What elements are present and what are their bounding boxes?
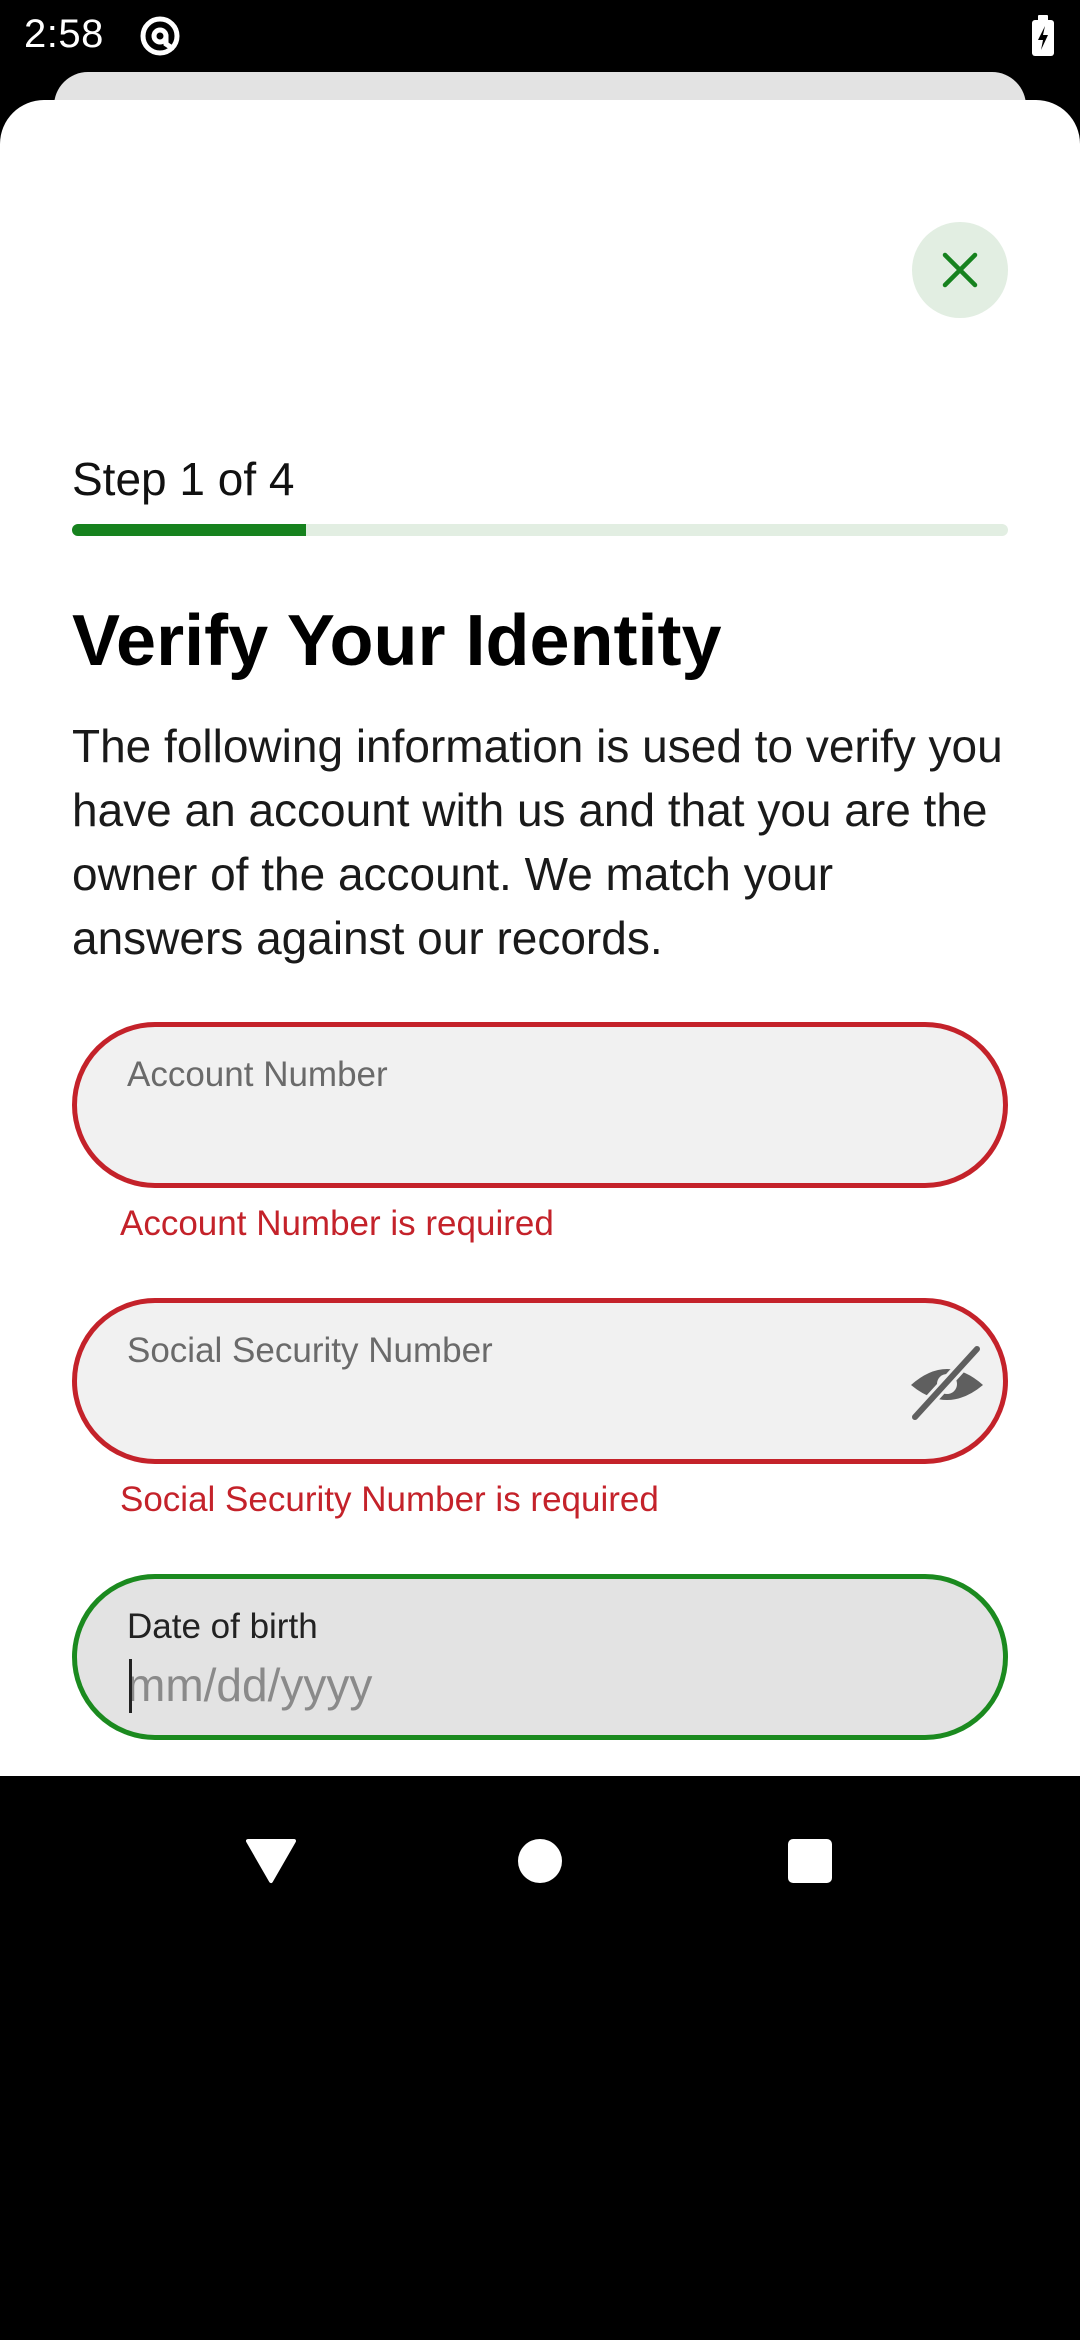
account-number-label: Account Number	[127, 1055, 388, 1094]
close-icon	[942, 252, 978, 288]
eye-off-icon	[909, 1343, 983, 1423]
status-time: 2:58	[24, 12, 104, 56]
nav-recents-button[interactable]	[765, 1816, 855, 1906]
ssn-error: Social Security Number is required	[120, 1480, 659, 1519]
nav-home-button[interactable]	[495, 1816, 585, 1906]
dob-input[interactable]	[127, 1657, 887, 1713]
back-triangle-icon	[246, 1839, 296, 1883]
recents-square-icon	[788, 1839, 832, 1883]
toggle-ssn-visibility-button[interactable]	[905, 1341, 989, 1425]
text-cursor	[129, 1659, 132, 1713]
ssn-label: Social Security Number	[127, 1331, 493, 1370]
page-title: Verify Your Identity	[72, 601, 722, 681]
ssn-input[interactable]	[127, 1381, 887, 1437]
account-number-field[interactable]: Account Number	[72, 1022, 1008, 1188]
ssn-field[interactable]: Social Security Number	[72, 1298, 1008, 1464]
progress-fill	[72, 524, 306, 536]
account-number-input[interactable]	[127, 1105, 887, 1161]
nav-back-button[interactable]	[226, 1816, 316, 1906]
page-description: The following information is used to ver…	[72, 720, 1003, 964]
close-button[interactable]	[912, 222, 1008, 318]
progress-bar	[72, 524, 1008, 536]
status-bar: 2:58	[0, 0, 1080, 72]
verify-identity-sheet: Step 1 of 4 Verify Your Identity The fol…	[0, 100, 1080, 1776]
home-circle-icon	[518, 1839, 562, 1883]
system-nav-bar	[0, 1776, 1080, 2340]
step-indicator: Step 1 of 4	[72, 453, 295, 505]
battery-charging-icon	[1032, 15, 1054, 56]
account-number-error: Account Number is required	[120, 1204, 554, 1243]
at-sign-circle-icon	[140, 16, 180, 56]
dob-field[interactable]: Date of birth	[72, 1574, 1008, 1740]
dob-label: Date of birth	[127, 1607, 318, 1646]
